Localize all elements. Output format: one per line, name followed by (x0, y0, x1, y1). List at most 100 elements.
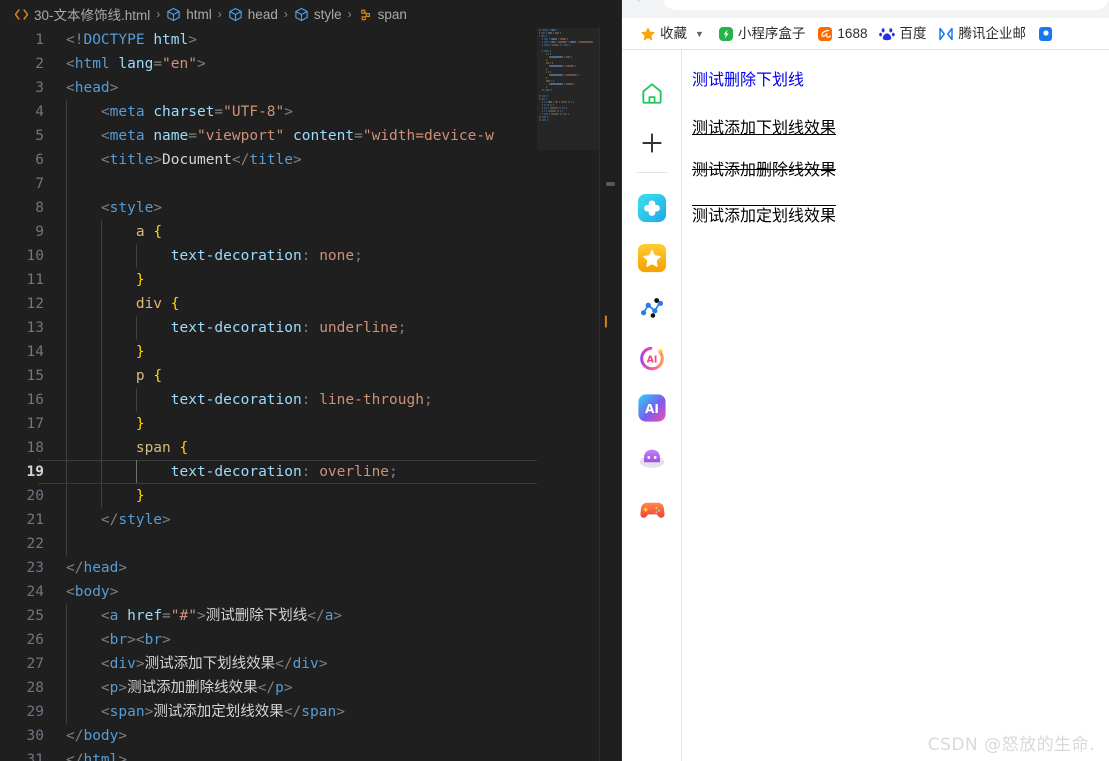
code-line[interactable]: 14 } (0, 340, 621, 364)
sidebar-games[interactable] (629, 483, 675, 533)
breadcrumb-file[interactable]: 30-文本修饰线.html (14, 4, 150, 24)
code-line[interactable]: 15 p { (0, 364, 621, 388)
code-line[interactable]: 4 <meta charset="UTF-8"> (0, 100, 621, 124)
code-token: body (83, 728, 119, 744)
bookmark-tencent-mail[interactable]: 腾讯企业邮 (932, 24, 1032, 43)
code-line[interactable]: 22 (0, 532, 621, 556)
code-token: } (135, 344, 145, 360)
code-line[interactable]: 8 <style> (0, 196, 621, 220)
line-number: 28 (26, 680, 44, 696)
minimap-block (547, 94, 548, 97)
sidebar-add[interactable] (629, 118, 675, 168)
code-line[interactable]: 5 <meta name="viewport" content="width=d… (0, 124, 621, 148)
indent-guide (100, 484, 102, 508)
code-line[interactable]: 20 } (0, 484, 621, 508)
bookmarks-bar[interactable]: 收藏 ▼ 小程序盒子 1688 百度 腾讯企业邮 (622, 18, 1109, 50)
code-line[interactable]: 10 text-decoration: none; (0, 244, 621, 268)
indent-guide (66, 388, 67, 412)
code-line[interactable]: 7 (0, 172, 621, 196)
breadcrumb-item-style[interactable]: style (294, 7, 342, 22)
code-line[interactable]: 25 <a href="#">测试删除下划线</a> (0, 604, 621, 628)
code-line[interactable]: 6 <title>Document</title> (0, 148, 621, 172)
code-line[interactable]: 18 span { (0, 436, 621, 460)
code-text-area[interactable]: 1 <!DOCTYPE html> 2 <html lang="en"> 3 <head>… (0, 28, 621, 761)
indent-guide (66, 436, 67, 460)
code-line[interactable]: 30 </body> (0, 724, 621, 748)
sidebar-graph[interactable] (629, 283, 675, 333)
line-number: 14 (26, 344, 44, 360)
code-token: </ (257, 680, 276, 696)
code-token: div (292, 656, 319, 672)
code-line[interactable]: 29 <span>测试添加定划线效果</span> (0, 700, 621, 724)
browser-sidebar[interactable]: AI AI (622, 50, 682, 761)
minimap-block (555, 100, 559, 103)
robot-icon (639, 449, 664, 468)
scrollbar-thumb[interactable] (606, 182, 615, 186)
code-line[interactable]: 2 <html lang="en"> (0, 52, 621, 76)
sidebar-robot[interactable] (629, 433, 675, 483)
breadcrumb-separator: › (217, 7, 222, 21)
sidebar-app-cyan[interactable] (629, 183, 675, 233)
page-span-overline: 测试添加定划线效果 (692, 206, 837, 225)
breadcrumb-item-html[interactable]: html (166, 7, 212, 22)
breadcrumb[interactable]: 30-文本修饰线.html › html › head › style › sp… (0, 0, 621, 28)
code-line[interactable]: 26 <br><br> (0, 628, 621, 652)
sidebar-ai-square[interactable]: AI (629, 383, 675, 433)
code-token: </ (66, 752, 84, 761)
code-line[interactable]: 23 </head> (0, 556, 621, 580)
code-line[interactable]: 3 <head> (0, 76, 621, 100)
sidebar-favorites[interactable] (629, 233, 675, 283)
code-token: > (162, 512, 171, 528)
code-line[interactable]: 19 text-decoration: overline; (0, 460, 621, 484)
code-line[interactable]: 13 text-decoration: underline; (0, 316, 621, 340)
code-line[interactable]: 24 <body> (0, 580, 621, 604)
code-token: div (135, 296, 163, 312)
indent-guide (100, 316, 102, 340)
code-line[interactable]: 11 } (0, 268, 621, 292)
code-line[interactable]: 9 a { (0, 220, 621, 244)
code-line[interactable]: 27 <div>测试添加下划线效果</div> (0, 652, 621, 676)
code-line[interactable]: 31 </html> (0, 748, 621, 761)
code-line[interactable]: 12 div { (0, 292, 621, 316)
indent-guide (100, 460, 102, 484)
bookmark-1688[interactable]: 1688 (811, 24, 873, 43)
code-line[interactable]: 17 } (0, 412, 621, 436)
breadcrumb-item-span[interactable]: span (358, 7, 407, 22)
code-line[interactable]: 21 </style> (0, 508, 621, 532)
bookmark-favorites[interactable]: 收藏 (634, 24, 693, 43)
sidebar-ai-circle[interactable]: AI (629, 333, 675, 383)
bookmark-partial[interactable] (1032, 24, 1059, 43)
code-line[interactable]: 1 <!DOCTYPE html> (0, 28, 621, 52)
minimap-block (549, 70, 551, 73)
gamepad-icon (640, 502, 665, 518)
chevron-down-icon[interactable]: ▼ (693, 29, 712, 39)
code-line[interactable]: 16 text-decoration: line-through; (0, 388, 621, 412)
minimap-block (551, 61, 553, 64)
yellow-star-icon (637, 243, 666, 273)
code-token: = (188, 128, 197, 144)
sidebar-home[interactable] (629, 68, 675, 118)
code-line[interactable]: 28 <p>测试添加删除线效果</p> (0, 676, 621, 700)
code-token: name (153, 128, 189, 144)
bookmark-miniprogram[interactable]: 小程序盒子 (712, 24, 812, 43)
minimap-block (552, 43, 560, 46)
editor-overview-ruler[interactable] (600, 28, 621, 761)
code-token: < (100, 200, 110, 216)
minimap[interactable] (537, 28, 599, 761)
code-token: > (118, 728, 128, 744)
back-arrow-icon[interactable] (630, 0, 644, 8)
address-bar[interactable] (662, 0, 1109, 10)
indent-guide (66, 220, 67, 244)
page-link[interactable]: 测试删除下划线 (692, 66, 804, 90)
breadcrumb-item-head[interactable]: head (228, 7, 278, 22)
minimap-block (548, 100, 553, 103)
browser-toolbar[interactable] (622, 0, 1109, 18)
indent-guide (100, 244, 102, 268)
minimap-block (549, 52, 551, 55)
minimap-block (566, 73, 578, 76)
bookmark-baidu[interactable]: 百度 (873, 24, 932, 43)
minimap-block (539, 97, 540, 100)
